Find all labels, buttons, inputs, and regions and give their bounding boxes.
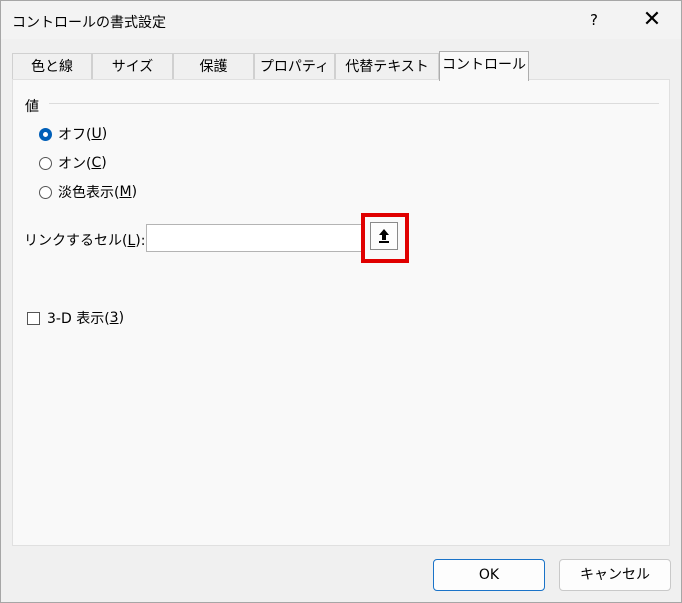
radio-selected-icon[interactable]	[39, 127, 52, 141]
value-group-label: 値	[25, 99, 39, 115]
radio-mixed[interactable]: 淡色表示(M)	[39, 181, 137, 203]
tab-alt-text[interactable]: 代替テキスト	[335, 53, 439, 79]
linked-cell-label: リンクするセル(L):	[24, 233, 146, 249]
tab-properties[interactable]: プロパティ	[254, 53, 335, 79]
dialog-title: コントロールの書式設定	[12, 15, 166, 31]
checkbox-3d-shading[interactable]: 3-D 表示(3)	[27, 307, 124, 329]
format-control-dialog: コントロールの書式設定 ? ✕ 色と線 サイズ 保護 プロパティ 代替テキスト …	[0, 0, 682, 603]
close-button[interactable]: ✕	[637, 7, 667, 33]
help-button[interactable]: ?	[579, 7, 609, 33]
checkbox-icon[interactable]	[27, 311, 40, 325]
tab-colors-lines[interactable]: 色と線	[12, 53, 92, 79]
ok-button[interactable]: OK	[433, 559, 545, 591]
tab-size[interactable]: サイズ	[92, 53, 173, 79]
tab-protection[interactable]: 保護	[173, 53, 254, 79]
radio-empty-icon[interactable]	[39, 185, 52, 199]
radio-empty-icon[interactable]	[39, 156, 52, 170]
radio-on[interactable]: オン(C)	[39, 152, 107, 174]
group-divider	[49, 103, 659, 104]
radio-off[interactable]: オフ(U)	[39, 123, 107, 145]
collapse-dialog-button[interactable]	[370, 222, 398, 250]
cancel-button[interactable]: キャンセル	[559, 559, 671, 591]
upload-arrow-icon	[379, 229, 389, 243]
tab-control[interactable]: コントロール	[439, 51, 529, 81]
linked-cell-input[interactable]	[146, 224, 362, 252]
title-bar: コントロールの書式設定 ? ✕	[1, 1, 681, 39]
control-tab-panel: 値 オフ(U) オン(C) 淡色表示(M) リンクするセル(L): 3-D	[12, 79, 670, 546]
